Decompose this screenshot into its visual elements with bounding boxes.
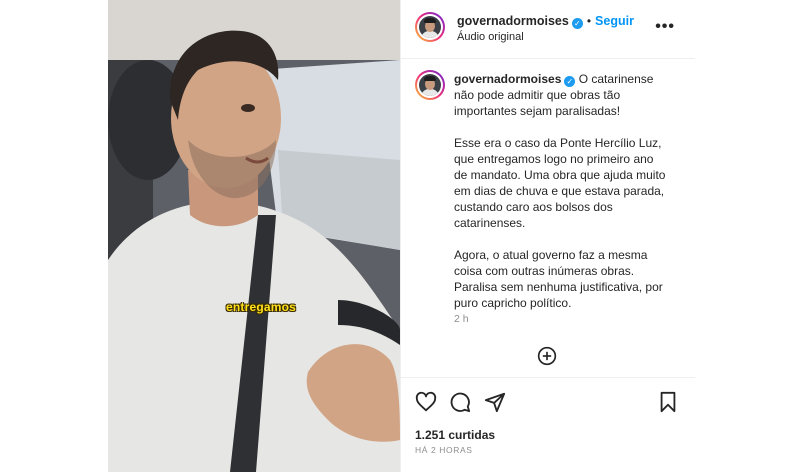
heart-icon[interactable]: [415, 391, 437, 413]
caption-username[interactable]: governadormoises: [454, 72, 561, 86]
follow-button[interactable]: Seguir: [595, 14, 634, 28]
caption-timestamp[interactable]: 2 h: [454, 313, 469, 325]
comment-icon[interactable]: [449, 391, 471, 413]
verified-badge-icon: ✓: [564, 76, 576, 87]
post-caption: governadormoises ✓ O catarinense não pode…: [454, 71, 669, 327]
post-video[interactable]: entregamos: [108, 0, 400, 472]
add-comment-icon[interactable]: [537, 346, 557, 366]
audio-link[interactable]: Áudio original: [457, 31, 524, 43]
video-caption-overlay: entregamos: [226, 300, 297, 314]
verified-badge-icon: ✓: [571, 18, 583, 29]
post-header: governadormoises ✓ • Seguir Áudio original …: [401, 0, 695, 59]
posted-ago: HÁ 2 HORAS: [415, 445, 473, 455]
bookmark-icon[interactable]: [657, 391, 679, 413]
share-icon[interactable]: [484, 391, 506, 413]
separator-dot: •: [586, 14, 592, 28]
caption-avatar[interactable]: [415, 70, 445, 100]
instagram-post: entregamos governadormoises ✓ • Seguir Áudi…: [108, 0, 695, 472]
more-options-icon[interactable]: •••: [655, 18, 675, 36]
caption-paragraph-3: Agora, o atual governo faz a mesma coisa…: [454, 248, 663, 310]
video-frame-image: [108, 0, 400, 472]
post-side-panel: governadormoises ✓ • Seguir Áudio original …: [400, 0, 695, 472]
avatar[interactable]: [415, 12, 445, 42]
post-actions: 1.251 curtidas HÁ 2 HORAS: [401, 377, 695, 473]
caption-paragraph-1: governadormoises ✓ O catarinense não pode…: [454, 71, 669, 119]
caption-paragraph-2: Esse era o caso da Ponte Hercílio Luz, q…: [454, 136, 666, 230]
likes-count[interactable]: 1.251 curtidas: [415, 428, 495, 442]
username-link[interactable]: governadormoises: [457, 14, 569, 28]
header-title-row: governadormoises ✓ • Seguir: [457, 12, 634, 30]
